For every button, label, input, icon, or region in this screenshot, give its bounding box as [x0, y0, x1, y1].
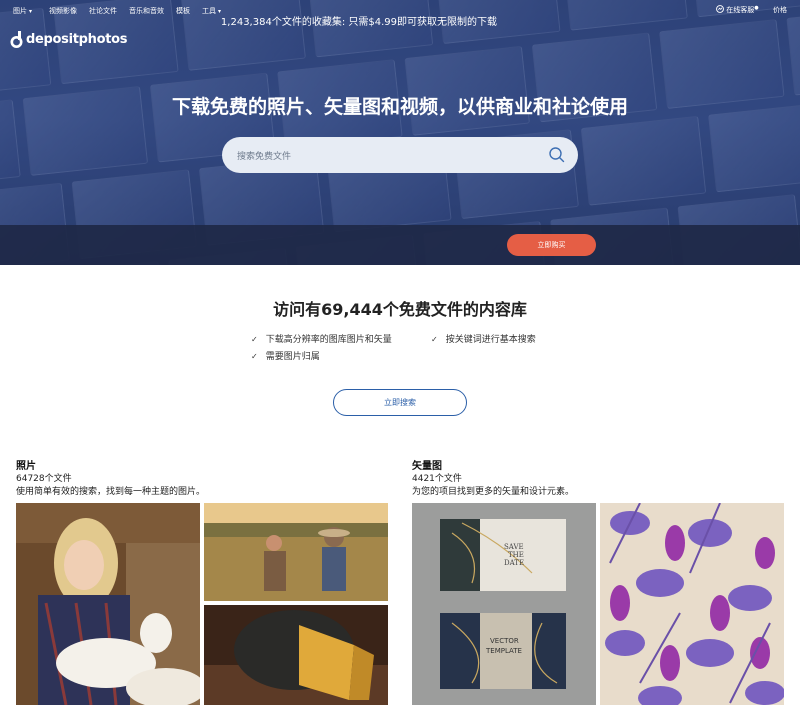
library-title: 访问有69,444个免费文件的内容库	[273, 300, 527, 319]
nav-templates[interactable]: 模板	[176, 6, 190, 16]
category-count-vectors: 4421个文件	[412, 474, 462, 484]
buy-now-button[interactable]: 立即购买	[507, 234, 596, 256]
category-count-photos: 64728个文件	[16, 474, 72, 484]
category-title-photos[interactable]: 照片	[16, 457, 36, 472]
photo-thumbnail-cheese[interactable]	[204, 605, 388, 705]
depositphotos-logo[interactable]: depositphotos	[10, 31, 128, 48]
live-support-label: 在线客服	[726, 6, 755, 14]
search-placeholder: 搜索免费文件	[237, 152, 292, 162]
online-dot-icon: ●	[754, 5, 759, 11]
feature-item: ✓ 按关键词进行基本搜索	[431, 332, 536, 345]
svg-text:THE: THE	[508, 551, 524, 559]
nav-tools-label: 工具	[202, 7, 216, 15]
chevron-down-icon: ▾	[29, 8, 33, 15]
nav-music[interactable]: 音乐和音效	[129, 6, 164, 16]
search-icon[interactable]	[548, 146, 566, 164]
svg-text:DATE: DATE	[504, 559, 524, 567]
photo-thumbnail-girl-goats[interactable]	[16, 503, 200, 705]
category-title-vectors[interactable]: 矢量图	[412, 457, 442, 472]
feature-label: 需要图片归属	[265, 352, 320, 362]
check-icon: ✓	[251, 335, 258, 344]
feature-label: 按关键词进行基本搜索	[445, 335, 536, 345]
logo-text: depositphotos	[26, 32, 128, 47]
nav-images[interactable]: 图片 ▾	[13, 6, 32, 16]
nav-tools[interactable]: 工具 ▾	[202, 6, 221, 16]
hero-title: 下载免费的照片、矢量图和视频，以供商业和社论使用	[171, 96, 628, 118]
search-input[interactable]: 搜索免费文件	[222, 137, 578, 173]
check-icon: ✓	[251, 352, 258, 361]
category-desc-photos: 使用简单有效的搜索，找到每一种主题的图片。	[16, 487, 206, 497]
chat-icon	[716, 5, 724, 13]
nav-editorial[interactable]: 社论文件	[89, 6, 117, 16]
svg-text:TEMPLATE: TEMPLATE	[485, 647, 522, 655]
nav-videos[interactable]: 视频影像	[49, 6, 77, 16]
feature-item: ✓ 下载高分辨率的图库图片和矢量	[251, 332, 392, 345]
promo-bar	[0, 225, 800, 265]
nav-images-label: 图片	[13, 7, 27, 15]
feature-label: 下载高分辨率的图库图片和矢量	[265, 335, 392, 345]
feature-item: ✓ 需要图片归属	[251, 349, 320, 362]
promo-text: 1,243,384个文件的收藏集: 只需$4.99即可获取无限制的下载	[220, 17, 497, 28]
vector-thumbnail-cards[interactable]: SAVE THE DATE VECTOR TEMPLATE	[412, 503, 596, 705]
vector-thumbnail-iris-pattern[interactable]	[600, 503, 784, 705]
category-desc-vectors: 为您的项目找到更多的矢量和设计元素。	[412, 487, 575, 497]
search-now-button[interactable]: 立即搜索	[333, 389, 467, 416]
svg-text:SAVE: SAVE	[504, 543, 524, 551]
photo-thumbnail-couple-field[interactable]	[204, 503, 388, 601]
live-support-link[interactable]: 在线客服●	[716, 5, 759, 15]
check-icon: ✓	[431, 335, 438, 344]
nav-pricing[interactable]: 价格	[773, 5, 787, 15]
svg-text:VECTOR: VECTOR	[490, 637, 519, 645]
logo-icon	[10, 31, 23, 48]
